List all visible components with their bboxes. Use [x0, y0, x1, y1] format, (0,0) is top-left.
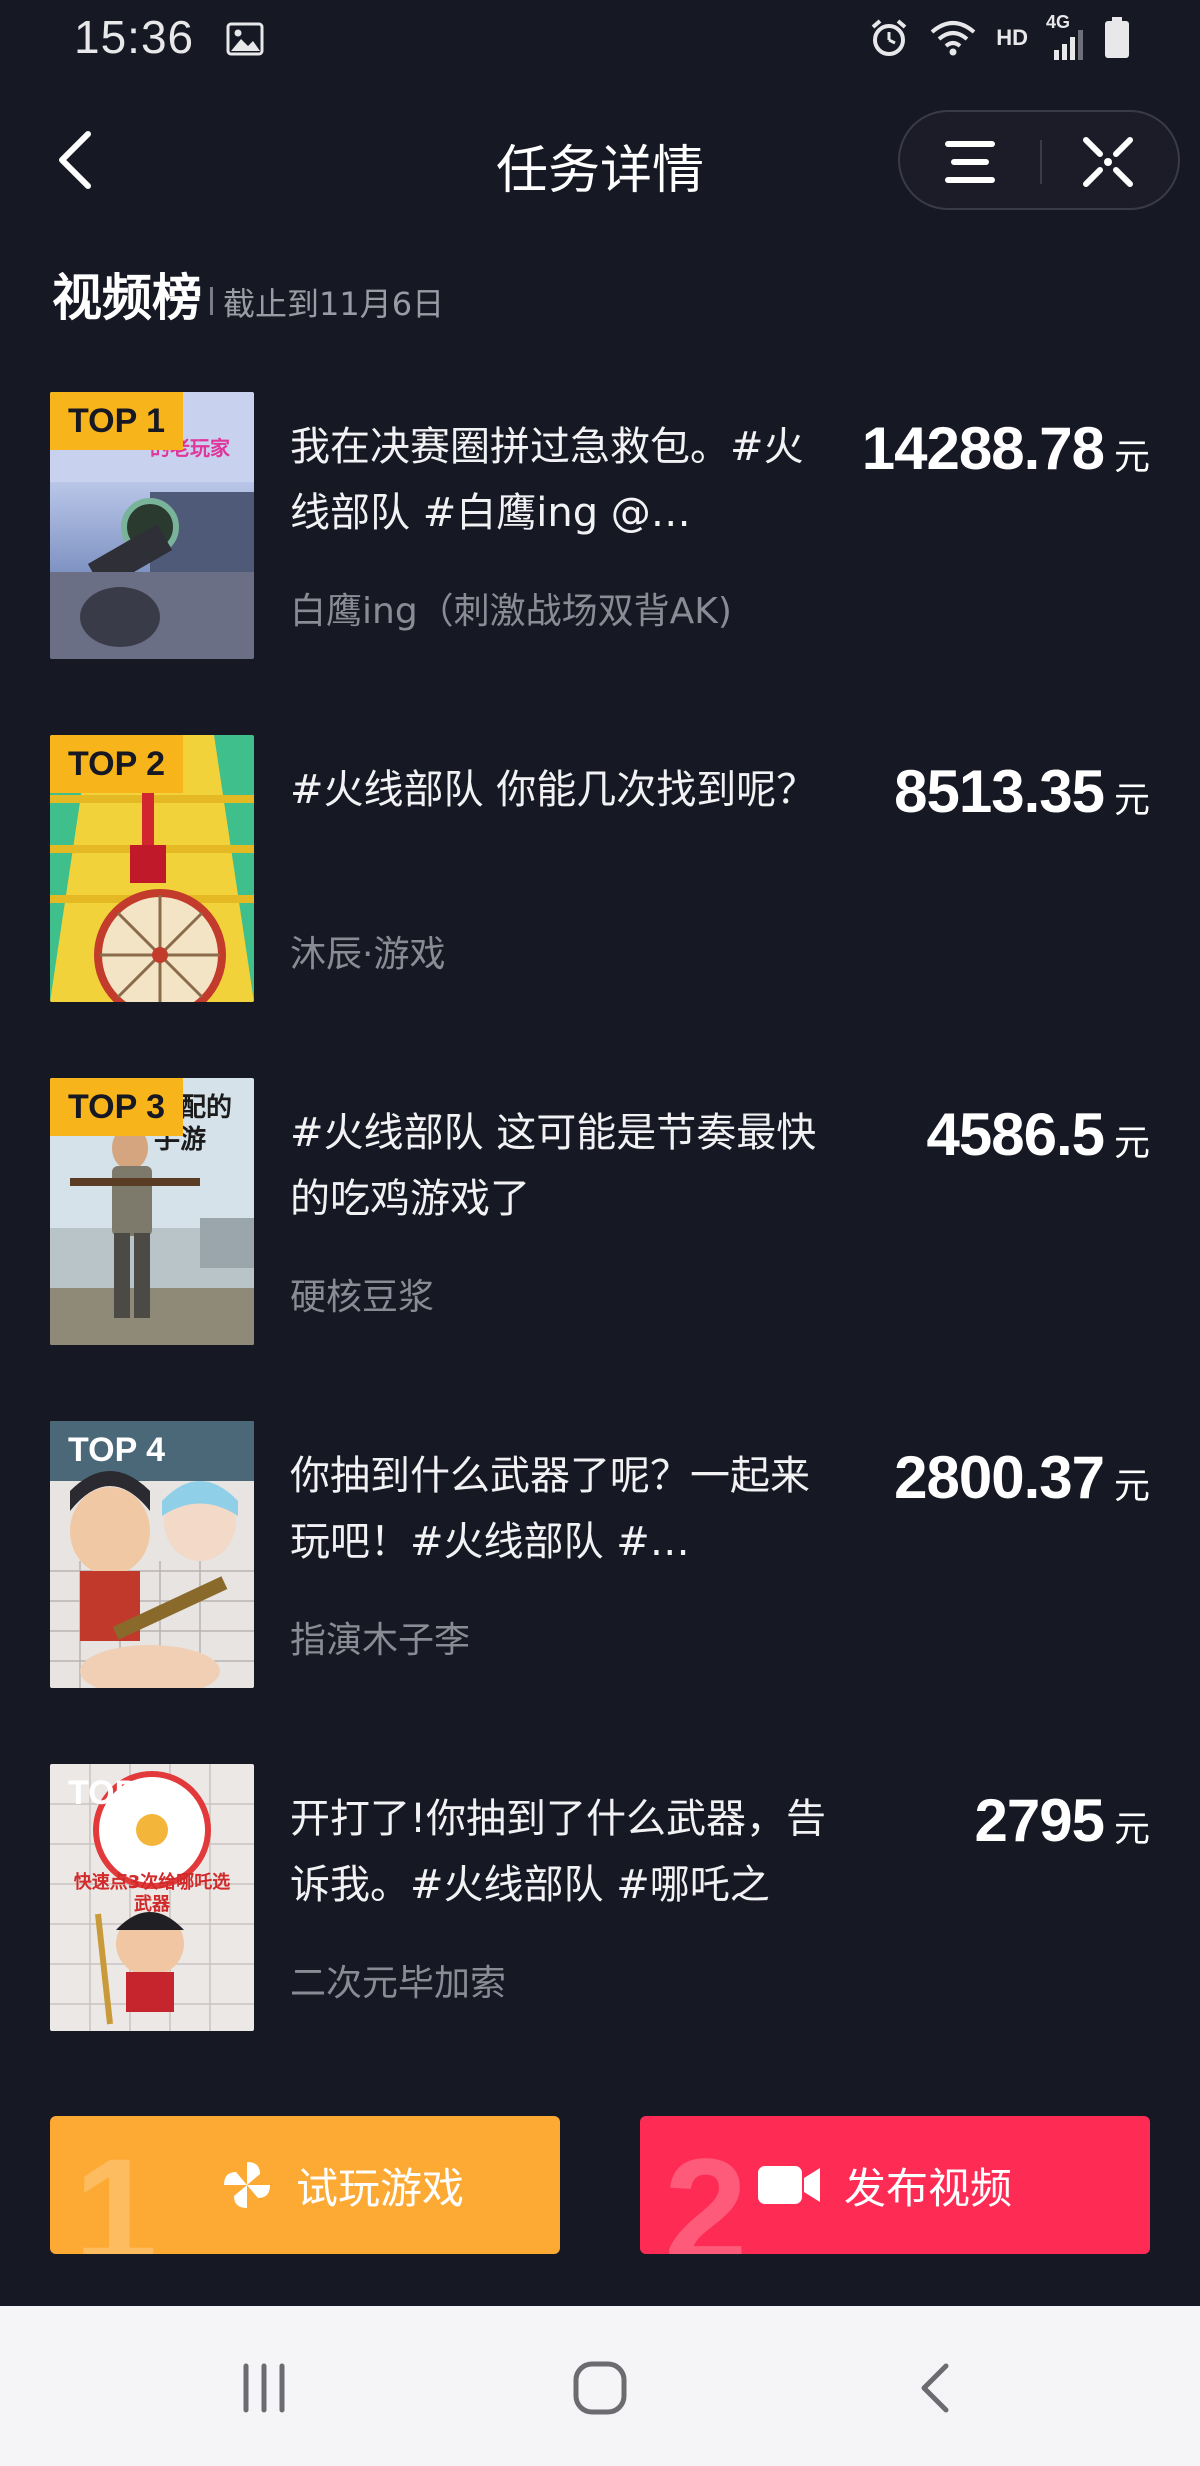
- system-navigation-bar: [0, 2306, 1200, 2466]
- amount-value: 4586.5: [926, 1101, 1105, 1168]
- section-header: 视频榜 截止到11月6日: [52, 258, 444, 330]
- battery-icon: [1105, 17, 1129, 58]
- pinwheel-icon: [224, 2162, 270, 2208]
- video-author[interactable]: 二次元毕加索: [290, 1954, 506, 2006]
- video-thumbnail[interactable]: TOP 2: [50, 735, 254, 1002]
- gallery-icon: [226, 22, 264, 56]
- section-separator: [210, 287, 213, 315]
- amount-value: 8513.35: [894, 758, 1105, 825]
- system-back-icon[interactable]: [912, 2360, 958, 2416]
- home-icon[interactable]: [572, 2360, 628, 2416]
- video-title[interactable]: 你抽到什么武器了呢？一起来玩吧！#火线部队 #…: [290, 1443, 830, 1575]
- nav-bar: 任务详情: [0, 100, 1200, 220]
- rank-badge: TOP 5: [68, 1774, 166, 1812]
- list-item[interactable]: 快速点3次给哪吒选武器 TOP 5 开打了!你抽到了什么武器，告诉我。#火线部队…: [0, 1764, 1200, 2107]
- video-author[interactable]: 硬核豆浆: [290, 1268, 434, 1320]
- video-author[interactable]: 指演木子李: [290, 1611, 470, 1663]
- video-thumbnail[interactable]: 的老玩家 TOP 1: [50, 392, 254, 659]
- video-thumbnail[interactable]: 低配的 手游 TOP 3: [50, 1078, 254, 1345]
- try-game-label: 试玩游戏: [296, 2163, 465, 2213]
- amount-value: 2800.37: [894, 1444, 1105, 1511]
- video-title[interactable]: 我在决赛圈拼过急救包。#火线部队 #白鹰ing @…: [290, 414, 830, 546]
- section-date: 截止到11月6日: [223, 285, 445, 323]
- video-thumbnail[interactable]: TOP 4: [50, 1421, 254, 1688]
- signal-icon: 4G: [1046, 12, 1086, 60]
- recent-apps-icon[interactable]: [236, 2362, 292, 2414]
- list-item[interactable]: TOP 4 你抽到什么武器了呢？一起来玩吧！#火线部队 #… 指演木子李 280…: [0, 1421, 1200, 1764]
- rank-badge: TOP 2: [50, 735, 184, 793]
- video-ranking-list: 的老玩家 TOP 1 我在决赛圈拼过急救包。#火线部队 #白鹰ing @… 白鹰…: [0, 392, 1200, 2107]
- publish-video-button[interactable]: 2 发布视频: [640, 2116, 1150, 2254]
- capsule-divider: [1040, 140, 1042, 184]
- hd-indicator: HD: [996, 25, 1028, 50]
- amount-unit: 元: [1113, 1123, 1150, 1164]
- reward-amount: 14288.78 元: [862, 414, 1150, 483]
- reward-amount: 2800.37 元: [894, 1443, 1150, 1512]
- step-number: 1: [74, 2127, 158, 2254]
- thumbnail-caption: 快速点3次给哪吒选武器: [73, 1872, 231, 1915]
- reward-amount: 4586.5 元: [926, 1100, 1150, 1169]
- list-item[interactable]: TOP 2 #火线部队 你能几次找到呢？ 沐辰·游戏 8513.35 元: [0, 735, 1200, 1078]
- amount-unit: 元: [1113, 1809, 1150, 1850]
- status-bar: 15:36 HD 4G: [0, 0, 1200, 80]
- video-title[interactable]: #火线部队 你能几次找到呢？: [290, 757, 830, 889]
- close-miniapp-icon[interactable]: [1078, 132, 1138, 192]
- section-title: 视频榜: [52, 269, 202, 327]
- video-thumbnail[interactable]: 快速点3次给哪吒选武器 TOP 5: [50, 1764, 254, 2031]
- reward-amount: 8513.35 元: [894, 757, 1150, 826]
- try-game-button[interactable]: 1 试玩游戏: [50, 2116, 560, 2254]
- status-time: 15:36: [74, 11, 195, 63]
- video-author[interactable]: 白鹰ing（刺激战场双背AK): [290, 582, 732, 634]
- video-title[interactable]: #火线部队 这可能是节奏最快的吃鸡游戏了: [290, 1100, 830, 1232]
- menu-icon[interactable]: [940, 134, 1000, 190]
- amount-unit: 元: [1113, 1466, 1150, 1507]
- rank-badge: TOP 4: [68, 1431, 166, 1469]
- publish-video-label: 发布视频: [844, 2163, 1013, 2213]
- miniapp-capsule: [898, 110, 1180, 210]
- video-camera-icon: [758, 2166, 820, 2204]
- amount-value: 14288.78: [861, 415, 1105, 482]
- rank-badge: TOP 1: [50, 392, 184, 450]
- amount-unit: 元: [1113, 780, 1150, 821]
- list-item[interactable]: 的老玩家 TOP 1 我在决赛圈拼过急救包。#火线部队 #白鹰ing @… 白鹰…: [0, 392, 1200, 735]
- video-author[interactable]: 沐辰·游戏: [290, 925, 445, 977]
- alarm-icon: [871, 19, 907, 56]
- amount-value: 2795: [974, 1787, 1105, 1854]
- step-number: 2: [664, 2127, 748, 2254]
- list-item[interactable]: 低配的 手游 TOP 3 #火线部队 这可能是节奏最快的吃鸡游戏了 硬核豆浆 4…: [0, 1078, 1200, 1421]
- video-title[interactable]: 开打了!你抽到了什么武器，告诉我。#火线部队 #哪吒之魔…: [290, 1786, 830, 1918]
- reward-amount: 2795 元: [975, 1786, 1151, 1855]
- amount-unit: 元: [1113, 437, 1150, 478]
- wifi-icon: [930, 21, 976, 56]
- rank-badge: TOP 3: [50, 1078, 184, 1136]
